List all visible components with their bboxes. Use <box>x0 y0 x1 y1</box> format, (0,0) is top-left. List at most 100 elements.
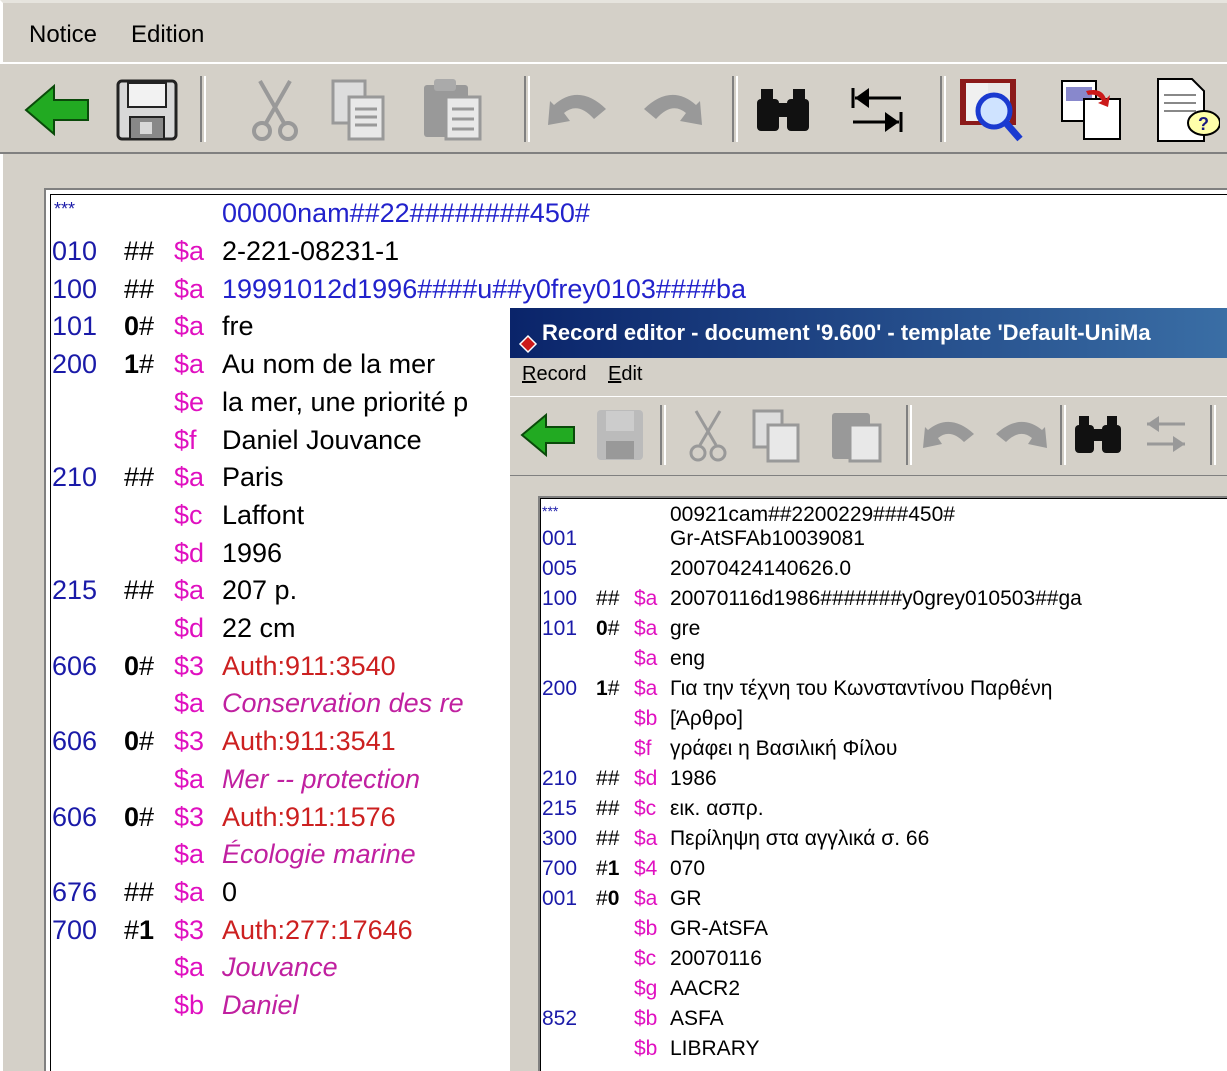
field-tag: 101 <box>542 617 578 640</box>
field-indicators: ## <box>124 575 155 606</box>
paste-icon[interactable] <box>826 403 886 467</box>
subfield-value[interactable]: 19991012d1996####u##y0frey0103####ba <box>222 270 746 308</box>
binoculars-find-icon[interactable] <box>748 74 818 146</box>
field-indicators: ## <box>124 273 155 304</box>
back-arrow-icon[interactable] <box>518 403 578 467</box>
subfield-value[interactable]: [Άρθρο] <box>670 704 743 734</box>
subfield-value[interactable]: Για την τέχνη του Κωνσταντίνου Παρθένη <box>670 674 1052 704</box>
field-tag: 300 <box>542 827 578 850</box>
field-tag: 005 <box>542 557 578 580</box>
subfield-value[interactable]: GR <box>670 884 702 914</box>
field-tag: 700 <box>542 857 578 880</box>
back-arrow-icon[interactable] <box>22 74 92 146</box>
subfield-code: $b <box>634 1007 658 1030</box>
copy-icon[interactable] <box>322 74 392 146</box>
subfield-code: $g <box>634 977 658 1000</box>
leader-tag: *** <box>542 503 559 519</box>
subfield-value[interactable]: LIBRARY <box>670 1034 760 1064</box>
subfield-value[interactable]: γράφει η Βασιλική Φίλου <box>670 734 897 764</box>
field-tag: 606 <box>52 801 98 832</box>
subfield-code: $a <box>174 688 205 719</box>
book-magnifier-icon[interactable] <box>956 74 1026 146</box>
field-indicators: 1# <box>596 677 620 700</box>
menu-edit[interactable]: Edit <box>608 363 642 386</box>
subfield-value[interactable]: AACR2 <box>670 974 740 1004</box>
subfield-value[interactable]: 1986 <box>670 764 717 794</box>
record-editor-window: Record editor - document '9.600' - templ… <box>508 308 1227 1071</box>
subfield-value[interactable]: 2-221-08231-1 <box>222 232 399 270</box>
secondary-record-editor[interactable]: *** 00921cam##2200229###450# 001 Gr-AtSFA… <box>538 496 1227 1071</box>
menu-edit-rest: dit <box>621 363 643 385</box>
menu-notice[interactable]: Notice <box>29 21 97 49</box>
leader-value: 00000nam##22########450# <box>222 198 590 228</box>
subfield-value[interactable]: Écologie marine <box>222 835 416 873</box>
subfield-value[interactable]: Conservation des re <box>222 684 464 722</box>
subfield-value[interactable]: GR-AtSFA <box>670 914 768 944</box>
svg-text:?: ? <box>1198 114 1209 134</box>
cut-scissors-icon[interactable] <box>240 74 310 146</box>
subfield-value[interactable]: εικ. ασπρ. <box>670 794 764 824</box>
subfield-code: $a <box>634 647 658 670</box>
cut-scissors-icon[interactable] <box>678 403 738 467</box>
paste-icon[interactable] <box>418 74 488 146</box>
field-indicators: 1# <box>124 349 155 380</box>
field-tag: 676 <box>52 876 98 907</box>
document-help-icon[interactable]: ? <box>1150 74 1220 146</box>
subfield-code: $a <box>174 236 205 266</box>
subfield-code: $a <box>634 677 658 700</box>
subfield-value[interactable]: 207 p. <box>222 571 297 609</box>
subfield-value[interactable]: fre <box>222 307 254 345</box>
subfield-code: $a <box>634 887 658 910</box>
save-disk-icon[interactable] <box>590 403 650 467</box>
subfield-value[interactable]: Paris <box>222 458 284 496</box>
subfield-value[interactable]: la mer, une priorité p <box>222 383 468 421</box>
field-indicators: 0# <box>124 311 155 342</box>
subfield-value[interactable]: gre <box>670 614 700 644</box>
swap-arrows-icon[interactable] <box>1136 403 1196 467</box>
subfield-code: $a <box>174 575 205 606</box>
subfield-code: $b <box>634 1037 658 1060</box>
subfield-value[interactable]: Auth:911:3541 <box>222 722 396 760</box>
subfield-value[interactable]: Daniel Jouvance <box>222 421 422 459</box>
undo-icon[interactable] <box>920 403 980 467</box>
subfield-value[interactable]: 22 cm <box>222 609 296 647</box>
redo-icon[interactable] <box>636 74 706 146</box>
field-indicators: ## <box>124 876 155 907</box>
copy-document-icon[interactable] <box>1056 74 1126 146</box>
copy-icon[interactable] <box>746 403 806 467</box>
field-tag: 210 <box>542 767 578 790</box>
save-disk-icon[interactable] <box>112 74 182 146</box>
subfield-value[interactable]: 1996 <box>222 534 282 572</box>
subfield-value[interactable]: Jouvance <box>222 948 338 986</box>
subfield-value[interactable]: 20070116d1986#######y0grey010503##ga <box>670 584 1082 614</box>
subfield-value[interactable]: Gr-AtSFAb10039081 <box>670 524 865 554</box>
subfield-value[interactable]: 070 <box>670 854 705 884</box>
subfield-value[interactable]: 20070116 <box>670 944 762 974</box>
subfield-value[interactable]: 20070424140626.0 <box>670 554 851 584</box>
binoculars-find-icon[interactable] <box>1068 403 1128 467</box>
field-tag: 606 <box>52 650 98 681</box>
record-editor-titlebar[interactable]: Record editor - document '9.600' - templ… <box>510 308 1227 358</box>
undo-icon[interactable] <box>544 74 614 146</box>
subfield-code: $a <box>634 587 658 610</box>
field-tag: 010 <box>52 236 98 266</box>
subfield-value[interactable]: Laffont <box>222 496 304 534</box>
menu-record[interactable]: Record <box>522 363 586 386</box>
subfield-value[interactable]: Mer -- protection <box>222 760 420 798</box>
subfield-value[interactable]: Auth:911:1576 <box>222 798 396 836</box>
subfield-code: $b <box>634 707 658 730</box>
subfield-code: $3 <box>174 801 205 832</box>
subfield-value[interactable]: 0 <box>222 873 237 911</box>
subfield-value[interactable]: Auth:911:3540 <box>222 647 396 685</box>
subfield-value[interactable]: Περίληψη στα αγγλικά σ. 66 <box>670 824 929 854</box>
menu-edition[interactable]: Edition <box>131 21 204 49</box>
redo-icon[interactable] <box>990 403 1050 467</box>
subfield-code: $f <box>634 737 652 760</box>
subfield-value[interactable]: Daniel <box>222 986 299 1024</box>
main-menubar: Notice Edition <box>0 0 1227 62</box>
subfield-value[interactable]: Auth:277:17646 <box>222 911 413 949</box>
swap-arrows-icon[interactable] <box>842 74 912 146</box>
subfield-value[interactable]: Au nom de la mer <box>222 345 435 383</box>
subfield-value[interactable]: ASFA <box>670 1004 724 1034</box>
subfield-value[interactable]: eng <box>670 644 705 674</box>
